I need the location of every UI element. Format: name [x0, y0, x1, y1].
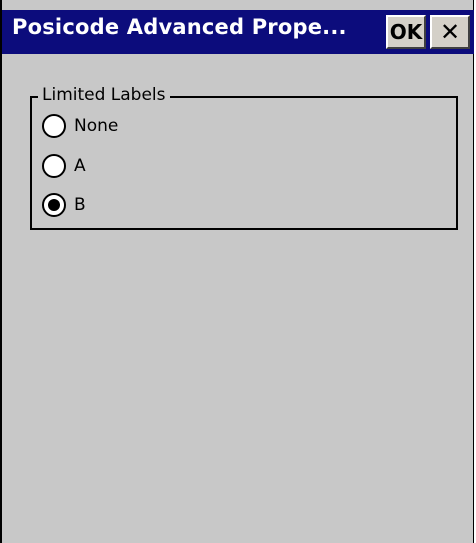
radio-button-b[interactable] [42, 193, 66, 217]
radio-label-none: None [74, 116, 119, 136]
ok-button[interactable]: OK [386, 15, 426, 49]
title-bar: Posicode Advanced Prope... OK ✕ [2, 10, 474, 54]
groupbox-label: Limited Labels [38, 85, 170, 105]
close-button[interactable]: ✕ [430, 15, 470, 49]
window-title: Posicode Advanced Prope... [12, 15, 347, 39]
limited-labels-groupbox: Limited Labels None A B [30, 85, 458, 230]
radio-option-none[interactable]: None [42, 114, 118, 138]
radio-option-a[interactable]: A [42, 154, 86, 178]
radio-label-a: A [74, 156, 86, 176]
radio-button-none[interactable] [42, 114, 66, 138]
radio-label-b: B [74, 195, 86, 215]
radio-option-b[interactable]: B [42, 193, 86, 217]
properties-window: Posicode Advanced Prope... OK ✕ Limited … [0, 0, 474, 543]
radio-selected-dot [48, 199, 60, 211]
radio-button-a[interactable] [42, 154, 66, 178]
